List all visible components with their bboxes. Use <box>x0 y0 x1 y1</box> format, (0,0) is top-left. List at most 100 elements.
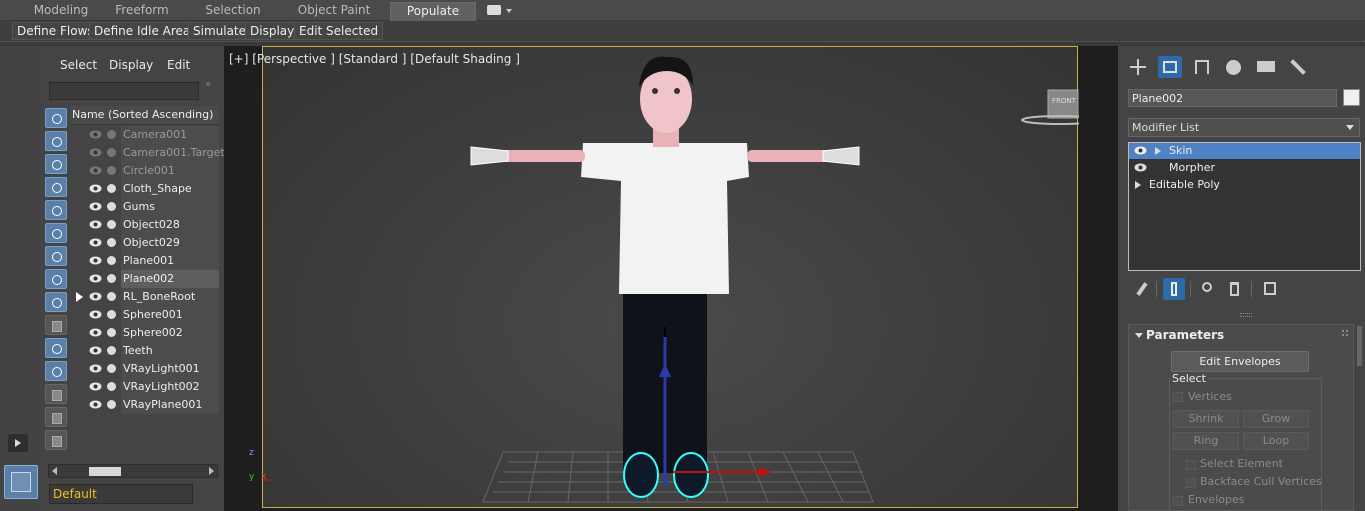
tab-freeform[interactable]: Freeform <box>112 2 172 21</box>
loop-button[interactable]: Loop <box>1243 432 1309 450</box>
scrollbar-thumb[interactable] <box>89 467 121 476</box>
eye-icon[interactable] <box>1134 163 1147 172</box>
filter-helpers-icon[interactable] <box>45 200 67 220</box>
filter-spacewarps-icon[interactable] <box>45 223 67 243</box>
filter-visibility-icon[interactable] <box>45 361 67 381</box>
eye-icon[interactable] <box>89 345 102 356</box>
scroll-left-icon[interactable] <box>52 467 57 475</box>
eye-icon[interactable] <box>89 219 102 230</box>
search-input[interactable] <box>49 82 199 100</box>
eye-icon[interactable] <box>89 291 102 302</box>
scroll-right-icon[interactable] <box>209 467 214 475</box>
expand-icon[interactable] <box>76 292 83 302</box>
menu-display[interactable]: Display <box>109 58 153 72</box>
filter-geometry-icon[interactable] <box>45 108 67 128</box>
list-item[interactable]: Plane002 <box>70 270 219 288</box>
filter-none-icon[interactable] <box>45 407 67 427</box>
rollout-drag-icon[interactable] <box>1342 330 1348 336</box>
list-item[interactable]: Object028 <box>70 216 219 234</box>
eye-icon[interactable] <box>89 255 102 266</box>
filter-bones-icon[interactable] <box>45 292 67 312</box>
display-tab[interactable] <box>1254 56 1278 78</box>
modifier-list-dropdown[interactable]: Modifier List <box>1128 118 1360 137</box>
make-unique-button[interactable] <box>1198 278 1220 300</box>
expand-icon[interactable] <box>1135 181 1141 189</box>
simulate-button[interactable]: Simulate <box>188 22 252 40</box>
grow-button[interactable]: Grow <box>1243 410 1309 428</box>
eye-icon[interactable] <box>89 273 102 284</box>
display-button[interactable]: Display <box>245 22 300 40</box>
edit-selected-button[interactable]: Edit Selected <box>294 22 384 40</box>
eye-icon[interactable] <box>89 237 102 248</box>
eye-icon[interactable] <box>89 165 102 176</box>
list-item[interactable]: Gums <box>70 198 219 216</box>
stack-item-skin[interactable]: Skin <box>1129 143 1360 159</box>
eye-icon[interactable] <box>1134 146 1147 155</box>
viewcube-label[interactable]: FRONT <box>1052 97 1076 105</box>
eye-icon[interactable] <box>89 363 102 374</box>
backface-cull-checkbox[interactable] <box>1186 478 1196 488</box>
show-end-result-button[interactable] <box>1163 278 1185 300</box>
object-color-swatch[interactable] <box>1343 89 1360 106</box>
list-item[interactable]: Camera001.Target <box>70 144 225 162</box>
chevron-down-icon[interactable] <box>506 9 512 13</box>
filter-invert-icon[interactable] <box>45 430 67 450</box>
create-tab[interactable] <box>1126 56 1150 78</box>
list-item[interactable]: VRayPlane001 <box>70 396 219 414</box>
list-item[interactable]: Cloth_Shape <box>70 180 219 198</box>
list-item[interactable]: Sphere002 <box>70 324 219 342</box>
expand-icon[interactable] <box>1155 147 1161 155</box>
vertices-checkbox[interactable] <box>1173 392 1183 402</box>
remove-modifier-button[interactable] <box>1223 278 1245 300</box>
edit-envelopes-button[interactable]: Edit Envelopes <box>1171 351 1309 372</box>
layer-dropdown[interactable]: Default <box>49 484 193 504</box>
ring-button[interactable]: Ring <box>1173 432 1239 450</box>
tab-object-paint[interactable]: Object Paint <box>296 2 372 21</box>
filter-cameras-icon[interactable] <box>45 177 67 197</box>
stack-item-morpher[interactable]: Morpher <box>1129 160 1360 176</box>
hierarchy-tab[interactable] <box>1190 56 1214 78</box>
list-item[interactable]: Circle001 <box>70 162 219 180</box>
list-item[interactable]: Sphere001 <box>70 306 219 324</box>
list-item[interactable]: Camera001 <box>70 126 219 144</box>
eye-icon[interactable] <box>89 147 102 158</box>
eye-icon[interactable] <box>89 327 102 338</box>
menu-edit[interactable]: Edit <box>167 58 190 72</box>
eye-icon[interactable] <box>89 399 102 410</box>
modify-tab[interactable] <box>1158 56 1182 78</box>
collapse-icon[interactable] <box>1135 333 1143 338</box>
ribbon-options-icon[interactable] <box>487 5 501 15</box>
object-name-field[interactable]: Plane002 <box>1128 89 1337 107</box>
panel-separator[interactable] <box>1240 313 1252 317</box>
viewport-label[interactable]: [+] [Perspective ] [Standard ] [Default … <box>229 52 520 66</box>
select-element-checkbox[interactable] <box>1186 460 1196 470</box>
eye-icon[interactable] <box>89 201 102 212</box>
list-item[interactable]: Teeth <box>70 342 219 360</box>
eye-icon[interactable] <box>89 129 102 140</box>
panel-scrollbar[interactable] <box>1357 326 1362 366</box>
play-button[interactable] <box>8 434 28 452</box>
tab-populate[interactable]: Populate <box>390 2 476 21</box>
viewport-layout-button[interactable] <box>4 465 38 499</box>
stack-item-editable-poly[interactable]: Editable Poly <box>1129 177 1360 193</box>
horizontal-scrollbar[interactable] <box>48 464 218 478</box>
expand-icon[interactable]: » <box>205 79 211 90</box>
list-item[interactable]: VRayLight001 <box>70 360 219 378</box>
tab-selection[interactable]: Selection <box>201 2 265 21</box>
motion-tab[interactable] <box>1222 56 1246 78</box>
tab-modeling[interactable]: Modeling <box>30 2 92 21</box>
list-item[interactable]: Plane001 <box>70 252 219 270</box>
column-header-name[interactable]: Name (Sorted Ascending) <box>70 106 219 125</box>
eye-icon[interactable] <box>89 309 102 320</box>
rollout-title[interactable]: Parameters <box>1146 328 1224 342</box>
menu-select[interactable]: Select <box>60 58 97 72</box>
utilities-tab[interactable] <box>1286 56 1310 78</box>
eye-icon[interactable] <box>89 183 102 194</box>
filter-groups-icon[interactable] <box>45 246 67 266</box>
shrink-button[interactable]: Shrink <box>1173 410 1239 428</box>
list-item[interactable]: VRayLight002 <box>70 378 219 396</box>
list-item[interactable]: RL_BoneRoot <box>70 288 219 306</box>
filter-xrefs-icon[interactable] <box>45 269 67 289</box>
pin-stack-button[interactable] <box>1131 278 1153 300</box>
filter-list-icon[interactable] <box>45 384 67 404</box>
